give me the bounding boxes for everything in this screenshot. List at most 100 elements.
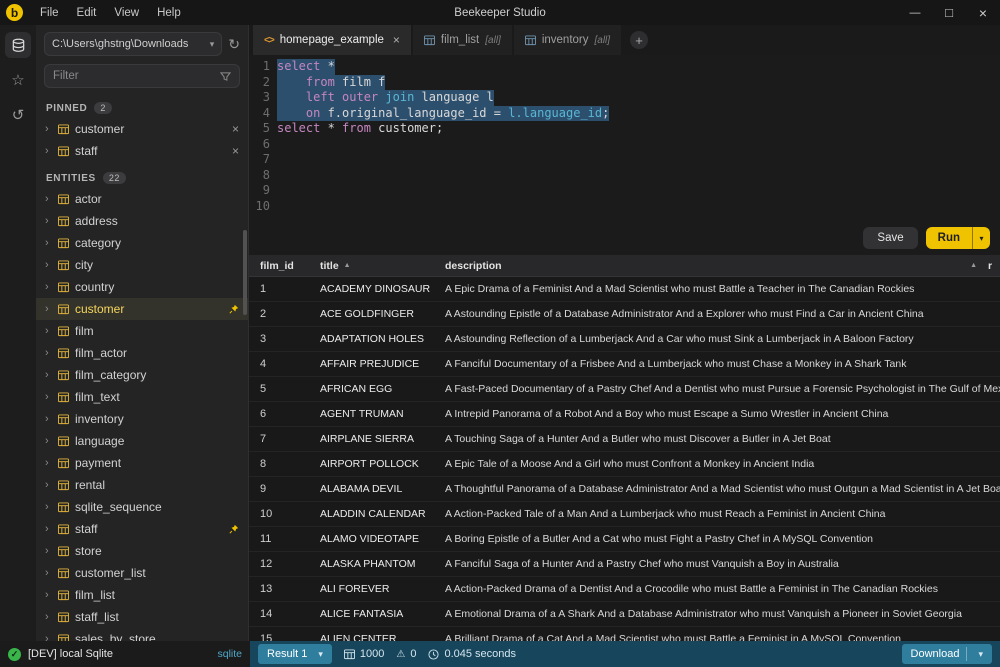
result-tab-button[interactable]: Result 1 ▾ — [258, 644, 332, 664]
refresh-icon[interactable]: ↻ — [228, 36, 240, 53]
entity-item-actor[interactable]: ›actor — [36, 188, 248, 210]
editor-code[interactable]: select * from film f left outer join lan… — [277, 59, 1000, 221]
tab-meta: [all] — [595, 35, 611, 46]
app-window: b FileEditViewHelp Beekeeper Studio — □ … — [0, 0, 1000, 667]
item-label: customer — [75, 122, 226, 136]
database-icon[interactable] — [5, 32, 31, 58]
connection-name[interactable]: [DEV] local Sqlite — [28, 648, 113, 660]
maximize-icon[interactable]: □ — [932, 0, 966, 25]
item-label: address — [75, 214, 239, 228]
pin-icon[interactable] — [229, 524, 239, 534]
filter-input[interactable] — [53, 70, 220, 82]
sql-editor[interactable]: 12345678910 select * from film f left ou… — [249, 55, 1000, 221]
table-icon — [58, 326, 69, 337]
pinned-item-customer[interactable]: ›customer× — [36, 118, 248, 140]
entity-item-film_list[interactable]: ›film_list — [36, 584, 248, 606]
entity-item-film_actor[interactable]: ›film_actor — [36, 342, 248, 364]
line-number: 4 — [249, 106, 270, 122]
tab-film_list[interactable]: film_list[all] — [413, 25, 512, 55]
entity-item-film_category[interactable]: ›film_category — [36, 364, 248, 386]
line-content: on f.original_language_id = l.language_i… — [277, 106, 609, 122]
table-row[interactable]: 11ALAMO VIDEOTAPEA Boring Epistle of a B… — [249, 527, 1000, 552]
cell-description: A Brilliant Drama of a Cat And a Mad Sci… — [434, 633, 1000, 641]
entity-item-category[interactable]: ›category — [36, 232, 248, 254]
cell-description: A Action-Packed Tale of a Man And a Lumb… — [434, 508, 1000, 520]
entity-item-payment[interactable]: ›payment — [36, 452, 248, 474]
menu-help[interactable]: Help — [148, 0, 190, 25]
connection-ok-icon: ✓ — [8, 648, 21, 661]
column-header-truncated[interactable]: r — [988, 260, 1000, 272]
entity-item-city[interactable]: ›city — [36, 254, 248, 276]
tab-close-icon[interactable]: × — [393, 33, 400, 47]
menu-view[interactable]: View — [105, 0, 148, 25]
run-button[interactable]: Run — [926, 227, 972, 249]
entity-item-film_text[interactable]: ›film_text — [36, 386, 248, 408]
sidebar-scrollbar[interactable] — [243, 230, 247, 315]
entity-item-inventory[interactable]: ›inventory — [36, 408, 248, 430]
table-icon — [58, 216, 69, 227]
column-header-description[interactable]: description ▲ — [434, 260, 988, 272]
sql-tab-icon: <> — [264, 35, 274, 46]
entity-item-staff[interactable]: ›staff — [36, 518, 248, 540]
column-header-film-id[interactable]: film_id — [249, 260, 309, 272]
cell-title: ALASKA PHANTOM — [309, 558, 434, 570]
history-icon[interactable]: ↺ — [5, 102, 31, 128]
close-icon[interactable]: × — [966, 0, 1000, 25]
unpin-close-icon[interactable]: × — [232, 144, 239, 158]
tab-label: inventory — [542, 34, 589, 46]
pinned-item-staff[interactable]: ›staff× — [36, 140, 248, 162]
error-count-stat: ⚠ 0 — [396, 648, 416, 660]
table-row[interactable]: 7AIRPLANE SIERRAA Touching Saga of a Hun… — [249, 427, 1000, 452]
chevron-right-icon: › — [45, 611, 52, 623]
table-row[interactable]: 5AFRICAN EGGA Fast-Paced Documentary of … — [249, 377, 1000, 402]
entity-item-country[interactable]: ›country — [36, 276, 248, 298]
table-row[interactable]: 14ALICE FANTASIAA Emotional Drama of a A… — [249, 602, 1000, 627]
table-row[interactable]: 15ALIEN CENTERA Brilliant Drama of a Cat… — [249, 627, 1000, 641]
entity-item-address[interactable]: › address — [36, 210, 248, 232]
menu-file[interactable]: File — [31, 0, 68, 25]
connection-path-select[interactable]: C:\Users\ghstng\Downloads ▾ — [44, 32, 222, 56]
table-row[interactable]: 3ADAPTATION HOLESA Astounding Reflection… — [249, 327, 1000, 352]
cell-film-id: 5 — [249, 383, 309, 395]
table-row[interactable]: 9ALABAMA DEVILA Thoughtful Panorama of a… — [249, 477, 1000, 502]
column-header-title[interactable]: title ▲ — [309, 260, 434, 272]
minimize-icon[interactable]: — — [898, 0, 932, 25]
table-row[interactable]: 2ACE GOLDFINGERA Astounding Epistle of a… — [249, 302, 1000, 327]
chevron-right-icon: › — [45, 237, 52, 249]
download-button[interactable]: Download ▾ — [902, 644, 992, 664]
chevron-right-icon: › — [45, 215, 52, 227]
add-tab-button[interactable]: + — [630, 31, 648, 49]
table-row[interactable]: 1ACADEMY DINOSAURA Epic Drama of a Femin… — [249, 277, 1000, 302]
pin-icon[interactable] — [229, 304, 239, 314]
favorites-star-icon[interactable]: ☆ — [5, 67, 31, 93]
sidebar: C:\Users\ghstng\Downloads ▾ ↻ PINNED 2 ›… — [36, 25, 249, 641]
run-options-caret-icon[interactable]: ▾ — [972, 227, 990, 249]
table-row[interactable]: 13ALI FOREVERA Action-Packed Drama of a … — [249, 577, 1000, 602]
entity-item-rental[interactable]: ›rental — [36, 474, 248, 496]
code-line — [277, 168, 1000, 184]
entity-item-sqlite_sequence[interactable]: ›sqlite_sequence — [36, 496, 248, 518]
menu-bar: FileEditViewHelp — [31, 0, 190, 25]
tab-homepage_example[interactable]: <>homepage_example× — [253, 25, 411, 55]
cell-film-id: 8 — [249, 458, 309, 470]
tab-inventory[interactable]: inventory [all] — [514, 25, 621, 55]
table-row[interactable]: 4AFFAIR PREJUDICEA Fanciful Documentary … — [249, 352, 1000, 377]
line-content — [277, 199, 284, 215]
table-row[interactable]: 10ALADDIN CALENDARA Action-Packed Tale o… — [249, 502, 1000, 527]
entity-item-staff_list[interactable]: ›staff_list — [36, 606, 248, 628]
table-icon — [58, 282, 69, 293]
entity-item-store[interactable]: ›store — [36, 540, 248, 562]
entity-item-customer[interactable]: ›customer — [36, 298, 248, 320]
table-row[interactable]: 6AGENT TRUMANA Intrepid Panorama of a Ro… — [249, 402, 1000, 427]
entities-list: ›actor›address›category›city›country›cus… — [36, 188, 248, 641]
caret-down-icon[interactable]: ▾ — [978, 649, 983, 660]
entity-item-language[interactable]: ›language — [36, 430, 248, 452]
table-row[interactable]: 8AIRPORT POLLOCKA Epic Tale of a Moose A… — [249, 452, 1000, 477]
menu-edit[interactable]: Edit — [68, 0, 106, 25]
save-button[interactable]: Save — [863, 227, 917, 249]
unpin-close-icon[interactable]: × — [232, 122, 239, 136]
entity-item-customer_list[interactable]: ›customer_list — [36, 562, 248, 584]
table-row[interactable]: 12ALASKA PHANTOMA Fanciful Saga of a Hun… — [249, 552, 1000, 577]
entity-item-film[interactable]: ›film — [36, 320, 248, 342]
entity-item-sales_by_store[interactable]: ›sales_by_store — [36, 628, 248, 641]
